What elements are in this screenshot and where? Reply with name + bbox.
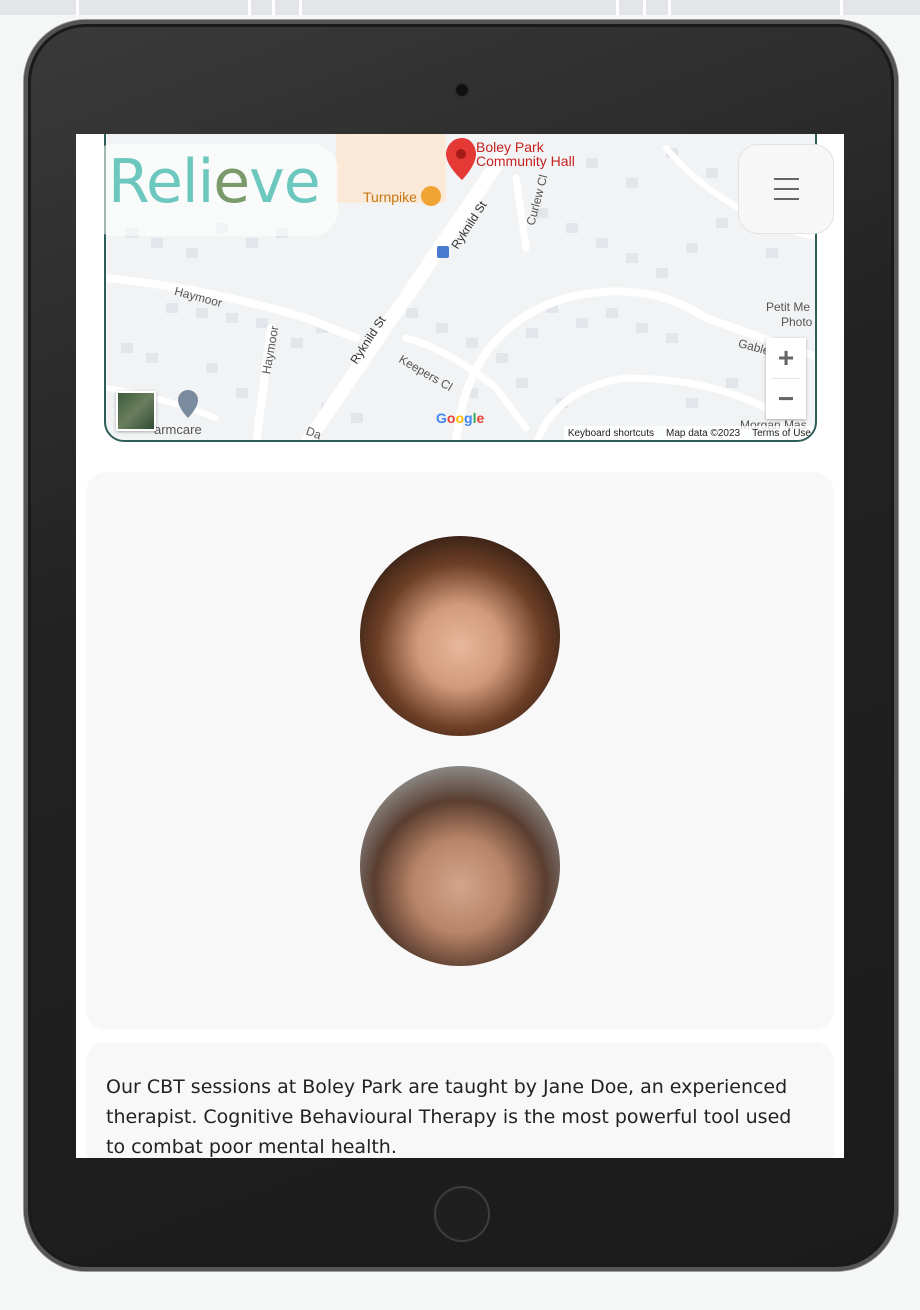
strip-divider [668,0,671,15]
map-data-text: Map data ©2023 [666,427,741,439]
hamburger-menu-icon [773,188,799,190]
hamburger-menu-icon [773,198,799,200]
strip-divider [643,0,646,15]
logo-text: v [249,147,285,217]
pin-label-line2: Community Hall [476,153,575,169]
strip-divider [76,0,79,15]
pin-label-line1: Boley Park [476,139,544,155]
strip-divider [272,0,275,15]
logo-text: e [283,147,321,217]
map-pub-label[interactable]: Turnpike [363,189,417,205]
zoom-in-button[interactable]: + [766,338,806,378]
site-logo[interactable]: Relieve [108,152,321,212]
strip-divider [616,0,619,15]
browser-top-strip [0,0,920,15]
description-text: Our CBT sessions at Boley Park are taugh… [106,1076,792,1158]
map-place-label: Photo [781,315,813,329]
terms-of-use-link[interactable]: Terms of Use [752,428,811,439]
female-therapist-photo [360,536,560,736]
hamburger-menu-icon [773,178,799,180]
strip-divider [248,0,251,15]
map-place-label: Petit Me [766,300,811,314]
description-card: Our CBT sessions at Boley Park are taugh… [86,1042,834,1158]
male-therapist-photo [360,766,560,966]
map-place-label: armcare [154,422,202,437]
map-footer: Keyboard shortcuts Map data ©2023 Terms … [563,426,815,440]
menu-button[interactable] [738,144,834,234]
tablet-screen: Boley Park Community Hall Turnpike Rykni… [76,134,844,1158]
camera-icon [454,82,470,98]
logo-text: Rel [108,147,199,217]
therapists-card [86,472,834,1030]
logo-text: e [213,147,250,217]
google-logo: Google [436,410,485,426]
zoom-control: + − [766,338,806,419]
keyboard-shortcuts-link[interactable]: Keyboard shortcuts [568,428,654,439]
home-button[interactable] [434,1186,490,1242]
strip-divider [840,0,843,15]
strip-divider [299,0,302,15]
zoom-out-button[interactable]: − [766,379,806,419]
map-pin-label[interactable]: Boley Park Community Hall [476,140,575,168]
satellite-toggle[interactable] [116,391,156,431]
logo-text: i [197,147,215,217]
